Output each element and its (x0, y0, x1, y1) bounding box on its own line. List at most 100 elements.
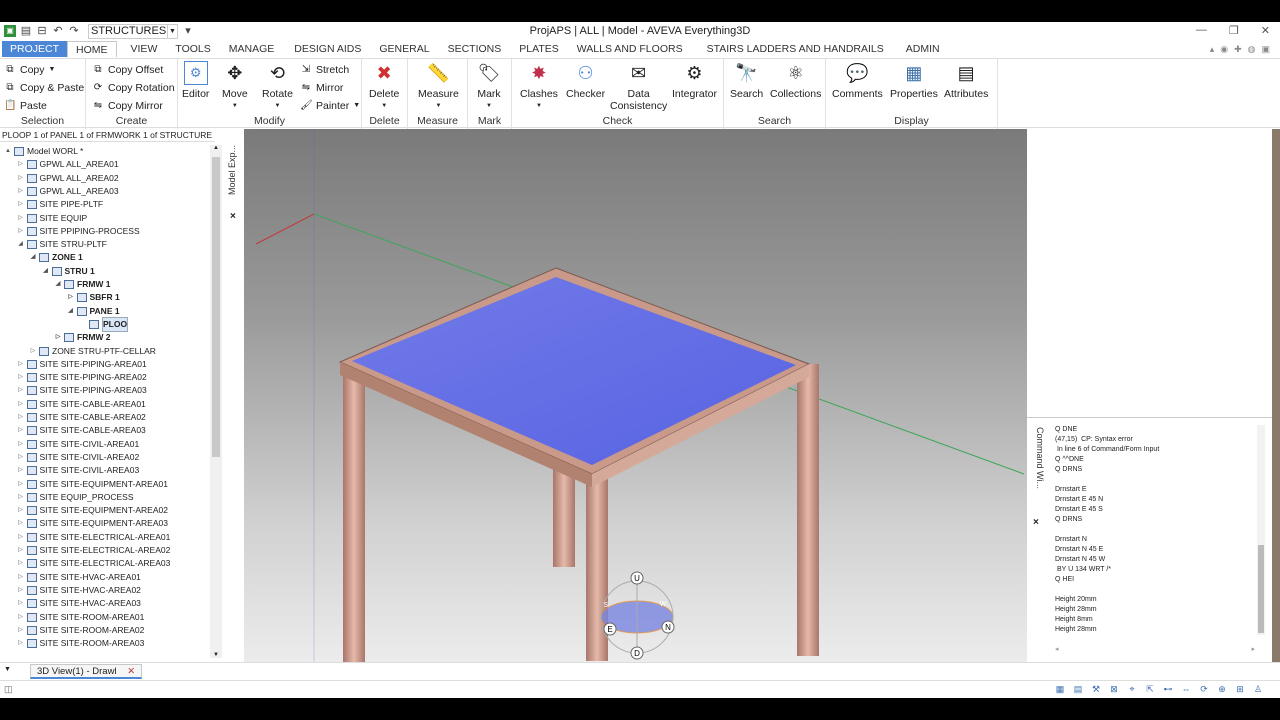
attributes-button[interactable]: ▤ Attributes (944, 61, 988, 100)
copy-offset-button[interactable]: ⧉ Copy Offset (92, 61, 163, 78)
tree-item[interactable]: ◢ PANE 1 (67, 305, 120, 318)
model-explorer-tab[interactable]: Model Exp... (227, 133, 243, 207)
collections-button[interactable]: ⚛ Collections (770, 61, 821, 100)
tree-item[interactable]: ▷ FRMW 2 (54, 331, 111, 344)
tree-item[interactable]: ▷ GPWL ALL_AREA01 (17, 158, 119, 171)
copy-mirror-button[interactable]: ⇋ Copy Mirror (92, 97, 163, 114)
command-hscroll[interactable]: ◂ ▸ (1055, 645, 1255, 655)
expand-arrow-icon[interactable]: ▷ (17, 624, 25, 637)
expand-arrow-icon[interactable]: ▷ (17, 358, 25, 371)
close-icon[interactable]: × (1033, 517, 1039, 528)
restore-icon[interactable]: ❐ (1229, 24, 1239, 37)
scrollbar-thumb[interactable] (1258, 545, 1264, 633)
expand-arrow-icon[interactable]: ▷ (17, 504, 25, 517)
extra-icon[interactable]: ▣ (1261, 44, 1270, 55)
expand-arrow-icon[interactable]: ▷ (17, 571, 25, 584)
tree-item[interactable]: ▷ SITE EQUIP_PROCESS (17, 491, 134, 504)
comments-button[interactable]: 💬 Comments (832, 61, 883, 100)
expand-arrow-icon[interactable]: ▷ (54, 331, 62, 344)
redo-icon[interactable]: ↷ (68, 25, 80, 37)
tree-item[interactable]: ▷ SITE SITE-CABLE-AREA02 (17, 411, 146, 424)
expand-arrow-icon[interactable]: ▷ (67, 291, 75, 304)
settings-icon[interactable]: ◍ (1248, 44, 1256, 55)
tree-item[interactable]: ▷ SITE SITE-ROOM-AREA01 (17, 611, 144, 624)
expand-arrow-icon[interactable]: ▲ (4, 145, 12, 158)
measure-button[interactable]: 📏 Measure ▼ (418, 61, 459, 112)
tree-item[interactable]: ▷ GPWL ALL_AREA02 (17, 172, 119, 185)
tree-item[interactable]: ▷ SITE SITE-PIPING-AREA01 (17, 358, 147, 371)
chevron-down-icon[interactable]: ▼ (167, 24, 177, 38)
copy-paste-button[interactable]: ⧉ Copy & Paste (4, 79, 84, 96)
tree-item[interactable]: ▷ SITE SITE-ELECTRICAL-AREA03 (17, 557, 170, 570)
data-consistency-button[interactable]: ✉ Data Consistency (610, 61, 667, 112)
tab-home[interactable]: HOME (67, 41, 117, 57)
minimize-icon[interactable]: — (1196, 24, 1207, 37)
undo-icon[interactable]: ↶ (52, 25, 64, 37)
mark-button[interactable]: 🏷 Mark ▼ (477, 61, 501, 112)
expand-arrow-icon[interactable]: ▷ (17, 438, 25, 451)
paste-button[interactable]: 📋 Paste (4, 97, 47, 114)
tree-item[interactable]: PLOO (79, 316, 129, 332)
tree-item[interactable]: ▷ SITE SITE-EQUIPMENT-AREA02 (17, 504, 168, 517)
tab-general[interactable]: GENERAL (371, 41, 437, 57)
tree-item[interactable]: ▷ SITE SITE-EQUIPMENT-AREA03 (17, 517, 168, 530)
mirror-button[interactable]: ⇋ Mirror (300, 79, 344, 96)
expand-arrow-icon[interactable]: ▷ (17, 531, 25, 544)
expand-arrow-icon[interactable]: ▷ (17, 464, 25, 477)
expand-arrow-icon[interactable]: ◢ (67, 305, 75, 318)
tree-item[interactable]: ▷ SITE SITE-CIVIL-AREA03 (17, 464, 139, 477)
expand-arrow-icon[interactable]: ▷ (17, 158, 25, 171)
properties-button[interactable]: ▦ Properties (890, 61, 938, 100)
expand-arrow-icon[interactable]: ▷ (17, 517, 25, 530)
tree-item[interactable]: ▲ Model WORL * (4, 145, 83, 158)
clip-icon[interactable]: ⊠ (1108, 684, 1120, 695)
tab-view[interactable]: VIEW (123, 41, 166, 57)
chevron-down-icon[interactable]: ▼ (4, 666, 11, 673)
pin-icon[interactable]: ✚ (1234, 44, 1242, 55)
stretch-button[interactable]: ⇲ Stretch (300, 61, 349, 78)
tab-design-aids[interactable]: DESIGN AIDS (286, 41, 369, 57)
expand-arrow-icon[interactable]: ▷ (17, 424, 25, 437)
measure-snap-icon[interactable]: ⚒ (1090, 684, 1102, 695)
expand-arrow-icon[interactable]: ▷ (17, 371, 25, 384)
save-icon[interactable]: ▤ (20, 25, 32, 37)
tree-item[interactable]: ▷ SITE SITE-CABLE-AREA01 (17, 398, 146, 411)
expand-arrow-icon[interactable]: ▷ (17, 212, 25, 225)
expand-arrow-icon[interactable]: ▷ (17, 398, 25, 411)
grid-snap-icon[interactable]: ⊞ (1234, 684, 1246, 695)
expand-arrow-icon[interactable]: ▷ (17, 584, 25, 597)
expand-arrow-icon[interactable]: ▷ (17, 384, 25, 397)
tree-item[interactable]: ▷ SITE SITE-ROOM-AREA02 (17, 624, 144, 637)
command-window-tab[interactable]: Command Wi... (1031, 427, 1045, 527)
snap-icon[interactable]: ▤ (1072, 684, 1084, 695)
move-button[interactable]: ✥ Move ▼ (222, 61, 248, 112)
expand-arrow-icon[interactable]: ▷ (29, 345, 37, 358)
tab-plates[interactable]: PLATES (511, 41, 567, 57)
clashes-button[interactable]: ✸ Clashes ▼ (520, 61, 558, 112)
zoom-icon[interactable]: ⊕ (1216, 684, 1228, 695)
app-icon[interactable]: ▣ (4, 25, 16, 37)
tree-item[interactable]: ◢ FRMW 1 (54, 278, 111, 291)
expand-arrow-icon[interactable]: ▷ (17, 185, 25, 198)
expand-arrow-icon[interactable]: ▷ (17, 172, 25, 185)
tab-stairs-ladders-handrails[interactable]: STAIRS LADDERS AND HANDRAILS (699, 41, 892, 57)
expand-arrow-icon[interactable]: ▷ (17, 491, 25, 504)
3d-viewport[interactable]: U D N E W S ◂▸ (244, 129, 1027, 678)
close-icon[interactable]: × (230, 211, 236, 222)
expand-arrow-icon[interactable]: ◢ (54, 278, 62, 291)
expand-arrow-icon[interactable]: ▷ (17, 411, 25, 424)
tree-item[interactable]: ▷ SITE SITE-PIPING-AREA03 (17, 384, 147, 397)
tree-item[interactable]: ◢ STRU 1 (42, 265, 95, 278)
expand-arrow-icon[interactable]: ▷ (17, 198, 25, 211)
close-icon[interactable]: ✕ (127, 666, 135, 677)
scroll-down-icon[interactable]: ▼ (210, 652, 222, 658)
discipline-combo[interactable]: STRUCTURES ▼ (88, 23, 178, 39)
tree-item[interactable]: ▷ SBFR 1 (67, 291, 120, 304)
tree-item[interactable]: ▷ GPWL ALL_AREA03 (17, 185, 119, 198)
select-icon[interactable]: ⌖ (1126, 684, 1138, 695)
rotate-button[interactable]: ⟲ Rotate ▼ (262, 61, 293, 112)
checker-button[interactable]: ⚇ Checker (566, 61, 605, 100)
link-icon[interactable]: ⊷ (1162, 684, 1174, 695)
tree-item[interactable]: ▷ SITE SITE-CABLE-AREA03 (17, 424, 146, 437)
tree-item[interactable]: ◢ ZONE 1 (29, 251, 83, 264)
